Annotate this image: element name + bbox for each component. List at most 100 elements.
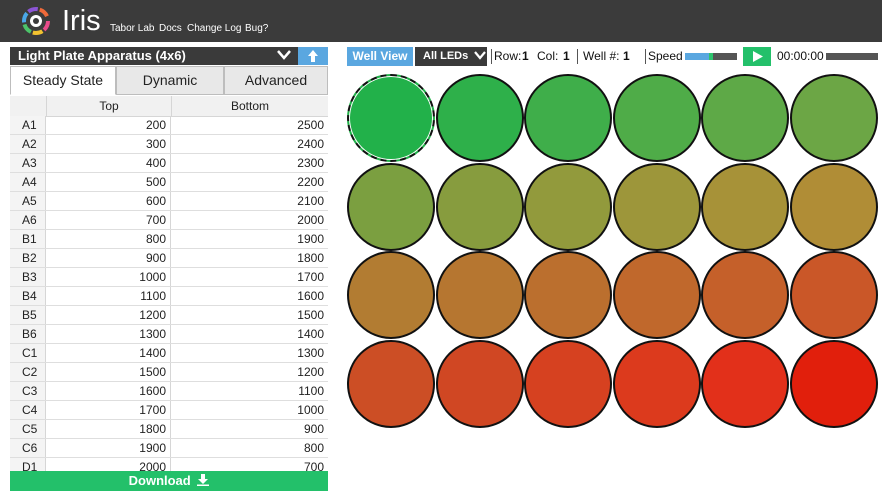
well-C5[interactable] [701, 251, 789, 339]
top-intensity-cell[interactable]: 500 [47, 173, 171, 191]
device-selector[interactable]: Light Plate Apparatus (4x6) [10, 47, 328, 65]
top-intensity-cell[interactable]: 300 [47, 135, 171, 153]
bottom-intensity-cell[interactable]: 800 [172, 439, 328, 457]
bottom-intensity-cell[interactable]: 1800 [172, 249, 328, 267]
well-D6[interactable] [789, 339, 878, 428]
top-intensity-cell[interactable]: 1400 [47, 344, 171, 362]
top-intensity-cell[interactable]: 1200 [47, 306, 171, 324]
all-leds-dropdown[interactable]: All LEDs [415, 47, 487, 66]
bottom-intensity-cell[interactable]: 2500 [172, 116, 328, 134]
tab-dynamic[interactable]: Dynamic [116, 66, 224, 95]
table-row[interactable]: B4 1100 1600 [10, 287, 328, 306]
top-intensity-cell[interactable]: 1000 [47, 268, 171, 286]
table-row[interactable]: C3 1600 1100 [10, 382, 328, 401]
well-view-button[interactable]: Well View [347, 47, 413, 66]
bottom-intensity-cell[interactable]: 2000 [172, 211, 328, 229]
bottom-intensity-cell[interactable]: 1200 [172, 363, 328, 381]
download-label: Download [128, 473, 191, 488]
table-row[interactable]: B1 800 1900 [10, 230, 328, 249]
top-intensity-cell[interactable]: 900 [47, 249, 171, 267]
table-row[interactable]: B2 900 1800 [10, 249, 328, 268]
nav-link-bug[interactable]: Bug? [245, 23, 268, 34]
table-row[interactable]: C1 1400 1300 [10, 344, 328, 363]
well-B4[interactable] [612, 162, 701, 251]
top-intensity-cell[interactable]: 800 [47, 230, 171, 248]
chevron-down-icon[interactable] [276, 47, 292, 67]
well-A5[interactable] [701, 74, 789, 162]
bottom-intensity-cell[interactable]: 1100 [172, 382, 328, 400]
table-row[interactable]: A3 400 2300 [10, 154, 328, 173]
top-intensity-cell[interactable]: 1300 [47, 325, 171, 343]
table-row[interactable]: B3 1000 1700 [10, 268, 328, 287]
top-intensity-cell[interactable]: 2000 [47, 458, 171, 471]
well-C6[interactable] [789, 251, 878, 339]
table-row[interactable]: B6 1300 1400 [10, 325, 328, 344]
bottom-intensity-cell[interactable]: 1600 [172, 287, 328, 305]
play-button[interactable] [743, 47, 771, 66]
top-intensity-cell[interactable]: 600 [47, 192, 171, 210]
progress-bar[interactable] [826, 53, 878, 60]
top-intensity-cell[interactable]: 1600 [47, 382, 171, 400]
well-D2[interactable] [435, 339, 524, 428]
table-row[interactable]: D1 2000 700 [10, 458, 328, 471]
download-button[interactable]: Download [10, 471, 328, 491]
speed-handle[interactable] [709, 53, 713, 60]
well-C3[interactable] [524, 251, 612, 339]
table-row[interactable]: B5 1200 1500 [10, 306, 328, 325]
bottom-intensity-cell[interactable]: 2400 [172, 135, 328, 153]
top-intensity-cell[interactable]: 1500 [47, 363, 171, 381]
well-B3[interactable] [524, 162, 612, 251]
well-B2[interactable] [435, 162, 524, 251]
nav-link-tabor-lab[interactable]: Tabor Lab [110, 23, 154, 34]
bottom-intensity-cell[interactable]: 1700 [172, 268, 328, 286]
bottom-intensity-cell[interactable]: 1500 [172, 306, 328, 324]
top-intensity-cell[interactable]: 1700 [47, 401, 171, 419]
well-D4[interactable] [612, 339, 701, 428]
tab-steady-state[interactable]: Steady State [10, 66, 116, 95]
well-D1[interactable] [347, 339, 435, 428]
tab-advanced[interactable]: Advanced [224, 66, 328, 95]
well-C1[interactable] [347, 251, 435, 339]
top-intensity-cell[interactable]: 400 [47, 154, 171, 172]
table-row[interactable]: A6 700 2000 [10, 211, 328, 230]
bottom-intensity-cell[interactable]: 1000 [172, 401, 328, 419]
well-A4[interactable] [612, 74, 701, 162]
well-A3[interactable] [524, 74, 612, 162]
table-row[interactable]: A2 300 2400 [10, 135, 328, 154]
bottom-intensity-cell[interactable]: 1400 [172, 325, 328, 343]
bottom-intensity-cell[interactable]: 2100 [172, 192, 328, 210]
top-intensity-cell[interactable]: 1900 [47, 439, 171, 457]
well-B1[interactable] [347, 162, 435, 251]
upload-button[interactable] [298, 47, 328, 65]
table-row[interactable]: C6 1900 800 [10, 439, 328, 458]
well-A2[interactable] [435, 74, 524, 162]
table-row[interactable]: C4 1700 1000 [10, 401, 328, 420]
bottom-intensity-cell[interactable]: 900 [172, 420, 328, 438]
well-C2[interactable] [435, 251, 524, 339]
speed-label: Speed [648, 49, 683, 63]
bottom-intensity-cell[interactable]: 2300 [172, 154, 328, 172]
top-intensity-cell[interactable]: 200 [47, 116, 171, 134]
well-D5[interactable] [701, 339, 789, 428]
bottom-intensity-cell[interactable]: 700 [172, 458, 328, 471]
bottom-intensity-cell[interactable]: 1900 [172, 230, 328, 248]
nav-link-docs[interactable]: Docs [159, 23, 182, 34]
nav-link-change-log[interactable]: Change Log [187, 23, 242, 34]
well-D3[interactable] [524, 339, 612, 428]
table-row[interactable]: C2 1500 1200 [10, 363, 328, 382]
bottom-intensity-cell[interactable]: 2200 [172, 173, 328, 191]
speed-slider[interactable] [685, 53, 737, 60]
table-row[interactable]: A4 500 2200 [10, 173, 328, 192]
table-row[interactable]: C5 1800 900 [10, 420, 328, 439]
well-A1[interactable] [347, 74, 435, 162]
well-A6[interactable] [789, 74, 878, 162]
table-row[interactable]: A5 600 2100 [10, 192, 328, 211]
bottom-intensity-cell[interactable]: 1300 [172, 344, 328, 362]
top-intensity-cell[interactable]: 1800 [47, 420, 171, 438]
well-C4[interactable] [612, 251, 701, 339]
top-intensity-cell[interactable]: 700 [47, 211, 171, 229]
top-intensity-cell[interactable]: 1100 [47, 287, 171, 305]
table-row[interactable]: A1 200 2500 [10, 116, 328, 135]
well-B5[interactable] [701, 162, 789, 251]
well-B6[interactable] [789, 162, 878, 251]
